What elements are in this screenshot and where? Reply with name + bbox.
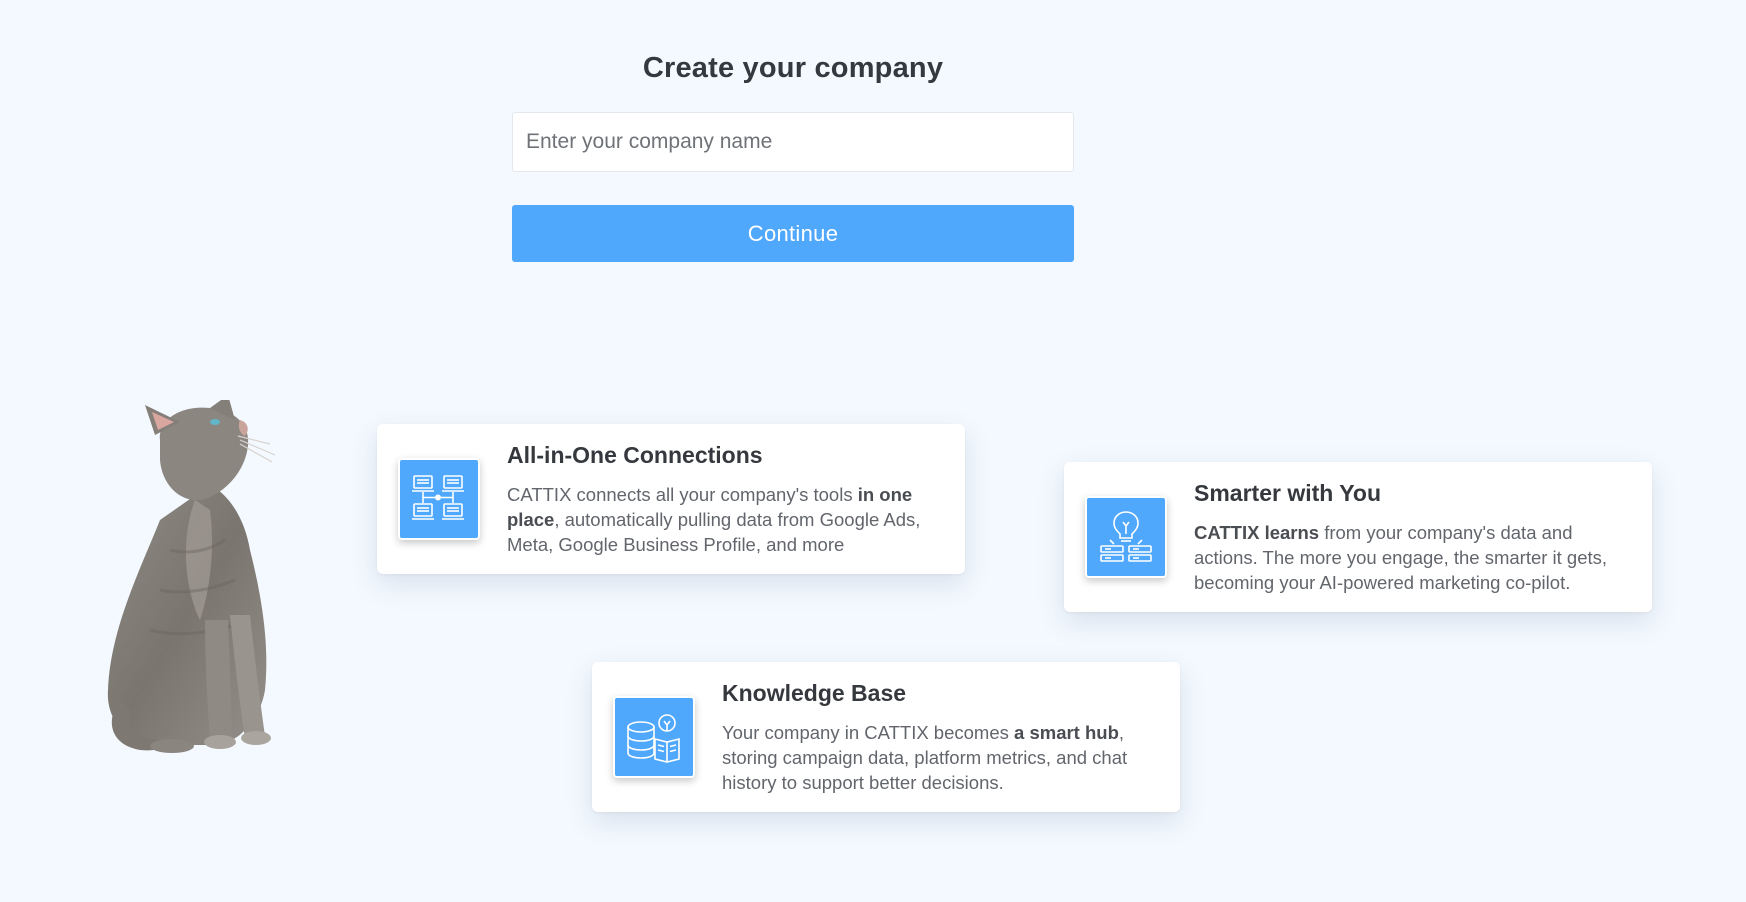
desc-text: , automatically pulling data from Google… bbox=[507, 509, 921, 555]
network-devices-icon bbox=[398, 458, 480, 540]
desc-bold: a smart hub bbox=[1014, 722, 1119, 743]
page-title: Create your company bbox=[642, 52, 944, 84]
card-description: CATTIX learns from your company's data a… bbox=[1194, 520, 1634, 595]
desc-bold: CATTIX learns bbox=[1194, 522, 1320, 543]
database-book-icon bbox=[613, 696, 695, 778]
card-title: Smarter with You bbox=[1194, 480, 1382, 506]
continue-button[interactable]: Continue bbox=[512, 205, 1074, 262]
company-name-input[interactable] bbox=[512, 112, 1074, 172]
card-title: Knowledge Base bbox=[722, 680, 907, 706]
feature-card-knowledge: Knowledge Base Your company in CATTIX be… bbox=[592, 662, 1180, 812]
create-company-page: Create your company Continue bbox=[0, 0, 1746, 902]
card-description: Your company in CATTIX becomes a smart h… bbox=[722, 720, 1162, 795]
card-title: All-in-One Connections bbox=[507, 442, 763, 468]
desc-text: CATTIX connects all your company's tools bbox=[507, 484, 858, 505]
card-description: CATTIX connects all your company's tools… bbox=[507, 482, 947, 557]
feature-card-connections: All-in-One Connections CATTIX connects a… bbox=[377, 424, 965, 574]
cat-illustration bbox=[107, 400, 276, 753]
desc-text: Your company in CATTIX becomes bbox=[722, 722, 1015, 743]
lightbulb-servers-icon bbox=[1085, 496, 1167, 578]
feature-card-smarter: Smarter with You CATTIX learns from your… bbox=[1064, 462, 1652, 612]
